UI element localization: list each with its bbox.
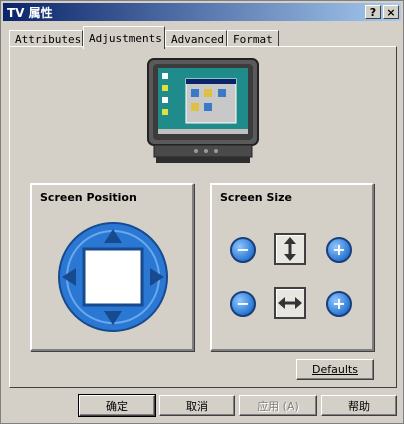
close-button[interactable]: × [383, 5, 399, 19]
tab-adjustments[interactable]: Adjustments [83, 26, 165, 49]
defaults-button-label: Defaults [312, 363, 358, 376]
vertical-size-increase-button[interactable]: + [326, 237, 352, 263]
tv-monitor-icon [147, 58, 259, 163]
horizontal-size-decrease-button[interactable]: − [230, 291, 256, 317]
screen-size-group: Screen Size − + − + [210, 183, 374, 351]
ok-button[interactable]: 确定 [78, 394, 156, 417]
direction-pad [58, 222, 168, 332]
cancel-button[interactable]: 取消 [159, 395, 235, 416]
defaults-button[interactable]: Defaults [296, 359, 374, 380]
vertical-size-icon [274, 233, 306, 265]
apply-button[interactable]: 应用 (A) [239, 395, 317, 416]
help-footer-button[interactable]: 帮助 [321, 395, 397, 416]
properties-dialog: TV 属性 ? × Attributes Adjustments Advance… [0, 0, 404, 424]
title-bar[interactable]: TV 属性 ? × [3, 3, 401, 21]
adjustments-panel: Screen Position Screen Size − + − + Defa… [9, 46, 397, 388]
screen-position-group: Screen Position [30, 183, 194, 351]
screen-position-title: Screen Position [40, 191, 137, 204]
horizontal-size-increase-button[interactable]: + [326, 291, 352, 317]
help-button[interactable]: ? [365, 5, 381, 19]
vertical-size-decrease-button[interactable]: − [230, 237, 256, 263]
horizontal-size-icon [274, 287, 306, 319]
screen-size-title: Screen Size [220, 191, 293, 204]
window-title: TV 属性 [7, 5, 53, 20]
